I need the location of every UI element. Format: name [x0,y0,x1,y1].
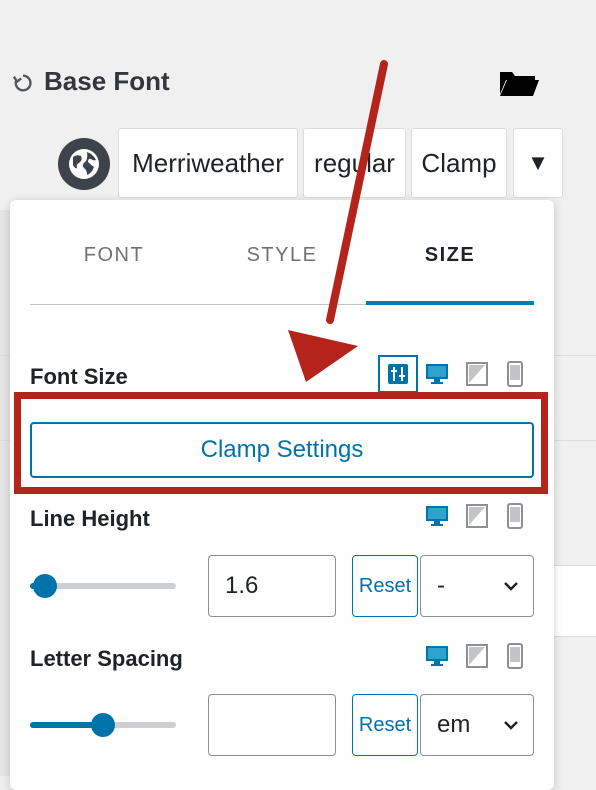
line-height-value: 1.6 [225,572,259,599]
line-height-label: Line Height [30,506,150,531]
globe-icon [69,149,99,179]
line-height-unit-select[interactable]: - [420,555,534,617]
sliders-icon [388,364,408,384]
mobile-icon[interactable] [502,503,528,529]
tablet-icon[interactable] [464,643,490,669]
font-size-mode-value: Clamp [421,147,497,178]
reset-icon[interactable] [12,72,34,94]
tab-font[interactable]: FONT [34,244,194,267]
letter-spacing-unit-value: em [437,711,471,738]
clamp-settings-button[interactable]: Clamp Settings [30,422,534,478]
desktop-icon[interactable] [424,643,450,669]
mobile-icon[interactable] [502,361,528,387]
letter-spacing-unit-select[interactable]: em [420,694,534,756]
font-size-mode-select[interactable]: Clamp [411,128,507,198]
tab-size[interactable]: SIZE [370,244,530,267]
letter-spacing-label: Letter Spacing [30,646,183,671]
desktop-icon[interactable] [424,503,450,529]
letter-spacing-input[interactable] [208,694,336,756]
desktop-icon[interactable] [424,361,450,387]
background-field [550,565,596,637]
folder-icon[interactable] [498,66,540,98]
page-title: Base Font [44,66,170,96]
clamp-sliders-toggle[interactable] [378,355,418,393]
letter-spacing-slider-thumb[interactable] [91,713,115,737]
google-fonts-globe-button[interactable] [58,138,110,190]
line-height-reset-button[interactable]: Reset [352,555,418,617]
typography-popover: FONT STYLE SIZE Font Size Clamp Settings… [10,200,554,790]
caret-down-icon: ▼ [527,150,549,175]
line-height-unit-value: - [437,572,445,599]
line-height-slider-thumb[interactable] [32,574,57,598]
line-height-slider[interactable] [30,574,176,598]
font-variant-select[interactable]: regular [303,128,406,198]
active-tab-indicator [366,301,534,305]
font-size-label: Font Size [30,364,128,389]
chevron-down-icon [504,582,518,591]
letter-spacing-reset-button[interactable]: Reset [352,694,418,756]
typography-toggle-button[interactable]: ▼ [513,128,563,198]
mobile-icon[interactable] [502,643,528,669]
letter-spacing-slider[interactable] [30,713,176,737]
font-family-select[interactable]: Merriweather [118,128,298,198]
chevron-down-icon [504,721,518,730]
font-variant-value: regular [314,147,395,178]
tablet-icon[interactable] [464,361,490,387]
tab-style[interactable]: STYLE [202,244,362,267]
tablet-icon[interactable] [464,503,490,529]
line-height-input[interactable]: 1.6 [208,555,336,617]
font-family-value: Merriweather [132,147,284,178]
